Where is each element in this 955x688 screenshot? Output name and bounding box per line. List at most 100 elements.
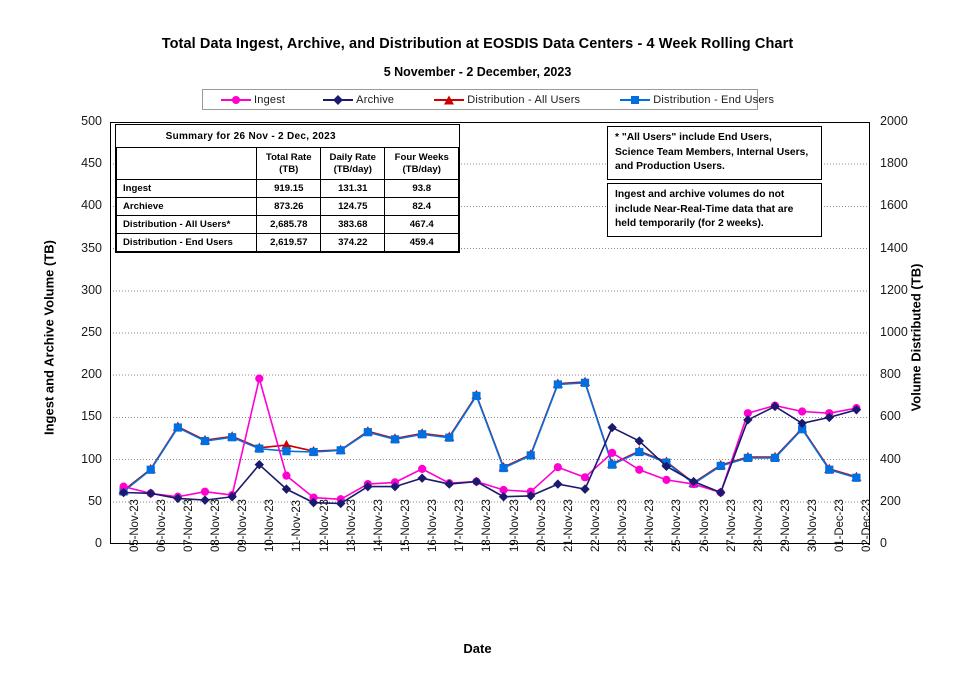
legend-item-ingest[interactable]: Ingest bbox=[221, 94, 285, 106]
summary-table: Summary for 26 Nov - 2 Dec, 2023 Total R… bbox=[115, 124, 460, 253]
note-line: Ingest and archive volumes do not bbox=[615, 189, 785, 200]
summary-cell-four-weeks: 93.8 bbox=[384, 179, 459, 198]
x-tick: 11-Nov-23 bbox=[291, 500, 304, 552]
x-tick: 12-Nov-23 bbox=[318, 499, 331, 552]
y-tick-right: 1000 bbox=[880, 325, 908, 339]
summary-row: Archieve 873.26 124.75 82.4 bbox=[115, 197, 459, 216]
y-tick-left: 400 bbox=[81, 198, 102, 213]
note-line: include Near-Real-Time data that are bbox=[615, 203, 794, 215]
x-tick: 22-Nov-23 bbox=[590, 499, 602, 552]
summary-cell-four-weeks: 459.4 bbox=[384, 233, 459, 252]
chart-subtitle: 5 November - 2 December, 2023 bbox=[383, 65, 572, 79]
chart-page: Total Data Ingest, Archive, and Distribu… bbox=[0, 0, 955, 688]
summary-row-label: Distribution - End Users bbox=[115, 233, 258, 252]
x-tick: 29-Nov-23 bbox=[780, 499, 792, 552]
y-tick-left: 250 bbox=[81, 325, 102, 339]
x-axis-title: Date bbox=[463, 641, 492, 656]
x-tick: 02-Dec-23 bbox=[861, 499, 874, 552]
legend-label-distribution-all-users: Distribution - All Users bbox=[467, 93, 581, 106]
x-tick: 08-Nov-23 bbox=[210, 499, 222, 552]
summary-cell-daily-rate: 124.75 bbox=[320, 197, 386, 216]
legend-swatch-distribution-end-users bbox=[620, 95, 651, 104]
x-tick: 16-Nov-23 bbox=[427, 499, 440, 552]
summary-cell-four-weeks: 82.4 bbox=[384, 197, 459, 216]
x-tick: 05-Nov-23 bbox=[128, 499, 141, 552]
note-line: * "All Users" include End Users, bbox=[615, 132, 772, 143]
y-tick-right: 1600 bbox=[880, 198, 908, 213]
x-tick: 23-Nov-23 bbox=[617, 499, 630, 552]
x-tick: 21-Nov-23 bbox=[562, 499, 575, 552]
summary-column-header-line: Daily Rate bbox=[329, 151, 376, 163]
legend-item-distribution-all-users[interactable]: Distribution - All Users bbox=[434, 94, 580, 106]
summary-cell-total-rate: 2,685.78 bbox=[256, 215, 322, 234]
y-tick-left: 0 bbox=[95, 536, 102, 550]
x-tick: 26-Nov-23 bbox=[698, 499, 711, 552]
legend-swatch-ingest bbox=[221, 95, 251, 104]
summary-column-header-line: Four Weeks bbox=[394, 151, 449, 163]
y-tick-right: 400 bbox=[880, 451, 901, 466]
chart-title: Total Data Ingest, Archive, and Distribu… bbox=[161, 36, 794, 52]
summary-column-header-unit: (TB/day) bbox=[333, 163, 372, 175]
x-tick: 25-Nov-23 bbox=[671, 499, 684, 552]
x-tick: 14-Nov-23 bbox=[372, 499, 385, 552]
x-tick: 06-Nov-23 bbox=[155, 499, 168, 552]
y-tick-left: 50 bbox=[88, 493, 102, 508]
summary-column-header-unit: (TB/day) bbox=[402, 163, 441, 175]
x-tick: 09-Nov-23 bbox=[237, 499, 250, 552]
y-tick-left: 450 bbox=[81, 156, 102, 171]
legend-label-distribution-end-users: Distribution - End Users bbox=[653, 93, 775, 106]
y-tick-right: 0 bbox=[880, 536, 887, 550]
summary-row: Distribution - End Users 2,619.57 374.22 45… bbox=[115, 233, 459, 252]
x-tick: 07-Nov-23 bbox=[182, 499, 195, 552]
summary-cell-daily-rate: 383.68 bbox=[320, 215, 386, 234]
y-tick-right: 1200 bbox=[880, 282, 908, 297]
summary-corner-cell bbox=[115, 147, 258, 180]
y-tick-left: 300 bbox=[81, 282, 102, 297]
x-tick: 10-Nov-23 bbox=[264, 499, 277, 552]
note-near-real-time: Ingest and archive volumes do not includ… bbox=[607, 183, 822, 237]
x-tick: 27-Nov-23 bbox=[725, 499, 738, 552]
y-axis-left-title: Ingest and Archive Volume (TB) bbox=[41, 239, 57, 436]
summary-column-header-unit: (TB) bbox=[279, 163, 299, 175]
summary-column-header-line: Total Rate bbox=[265, 151, 312, 163]
summary-cell-daily-rate: 131.31 bbox=[320, 179, 386, 198]
legend-label-ingest: Ingest bbox=[254, 93, 286, 106]
summary-row-label: Archieve bbox=[115, 197, 258, 216]
legend-item-distribution-end-users[interactable]: Distribution - End Users bbox=[620, 94, 774, 106]
legend-item-archive[interactable]: Archive bbox=[323, 94, 394, 106]
x-tick: 19-Nov-23 bbox=[508, 499, 521, 552]
summary-column-header: Daily Rate (TB/day) bbox=[320, 147, 386, 180]
x-tick: 17-Nov-23 bbox=[454, 499, 467, 552]
summary-row-label: Distribution - All Users* bbox=[115, 215, 258, 234]
legend-label-archive: Archive bbox=[356, 93, 395, 106]
summary-row: Ingest 919.15 131.31 93.8 bbox=[115, 179, 459, 198]
summary-cell-four-weeks: 467.4 bbox=[384, 215, 459, 234]
note-line: and Production Users. bbox=[615, 161, 725, 173]
y-tick-left: 200 bbox=[81, 367, 102, 382]
chart-legend: Ingest Archive Distribution - All Users … bbox=[202, 89, 774, 110]
y-tick-right: 2000 bbox=[880, 114, 908, 128]
legend-swatch-archive bbox=[323, 94, 354, 105]
summary-heading-spacer bbox=[384, 125, 459, 148]
x-tick: 24-Nov-23 bbox=[644, 499, 657, 552]
x-tick: 18-Nov-23 bbox=[481, 499, 494, 552]
x-tick: 20-Nov-23 bbox=[535, 499, 548, 552]
x-tick: 01-Dec-23 bbox=[834, 499, 847, 552]
x-tick: 30-Nov-23 bbox=[807, 499, 820, 552]
x-tick: 13-Nov-23 bbox=[345, 499, 358, 552]
y-tick-right: 1400 bbox=[880, 240, 908, 255]
x-tick: 15-Nov-23 bbox=[400, 499, 412, 552]
summary-cell-daily-rate: 374.22 bbox=[320, 233, 386, 252]
summary-column-header: Four Weeks (TB/day) bbox=[384, 147, 459, 180]
y-tick-right: 1800 bbox=[880, 156, 908, 171]
note-all-users-definition: * "All Users" include End Users, Science… bbox=[607, 126, 822, 180]
y-tick-right: 800 bbox=[880, 367, 901, 382]
note-line: held temporarily (for 2 weeks). bbox=[615, 218, 764, 230]
y-tick-right: 200 bbox=[880, 493, 901, 508]
legend-swatch-distribution-all-users bbox=[434, 95, 465, 104]
x-tick: 28-Nov-23 bbox=[752, 499, 765, 552]
y-tick-left: 350 bbox=[81, 240, 102, 255]
summary-row: Distribution - All Users* 2,685.78 383.68 4… bbox=[115, 215, 459, 234]
y-tick-left: 150 bbox=[81, 409, 102, 424]
note-line: Science Team Members, Internal Users, bbox=[615, 146, 809, 158]
